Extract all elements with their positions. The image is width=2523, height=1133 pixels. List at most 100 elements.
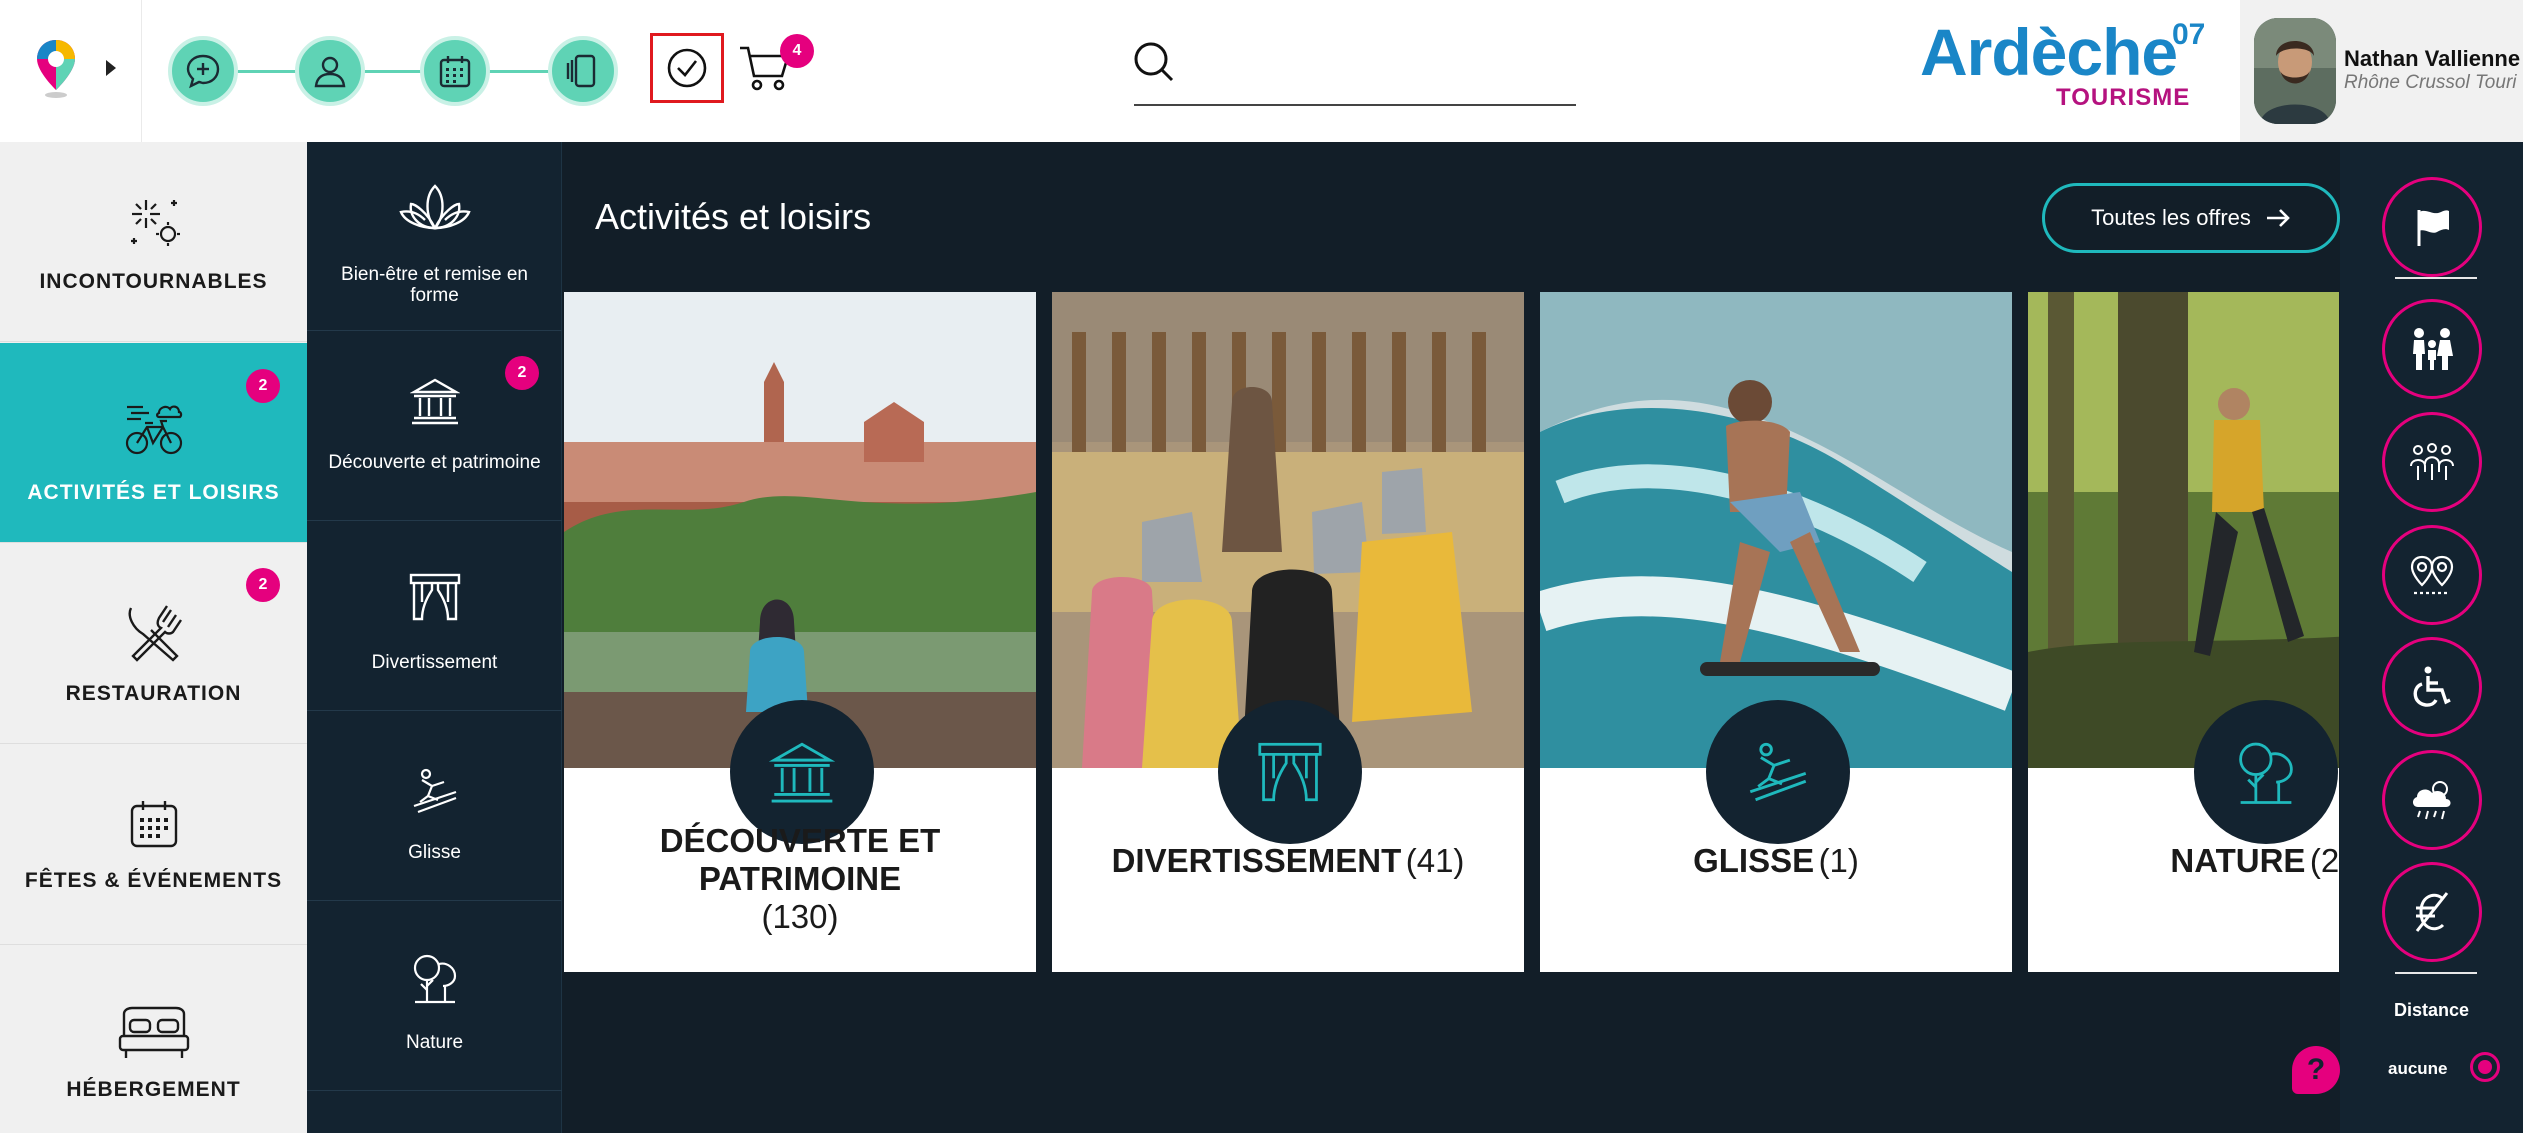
fork-knife-icon [0, 602, 307, 664]
card-title: NATURE [2170, 842, 2306, 879]
radio-selected-dot [2478, 1060, 2492, 1074]
card-count: (41) [1405, 842, 1465, 879]
distance-none-radio[interactable] [2470, 1052, 2500, 1082]
card-title: DIVERTISSEMENT [1111, 842, 1402, 879]
subcategory-column: Bien-être et remise en forme 2 Découvert… [307, 142, 562, 1133]
filter-family-button[interactable] [2382, 299, 2482, 399]
filter-accessibility-button[interactable] [2382, 637, 2482, 737]
sidebar-item-label: FÊTES & ÉVÉNEMENTS [24, 869, 283, 892]
brand-name: Ardèche [1920, 15, 2178, 89]
distance-label: Distance [2393, 1000, 2470, 1020]
all-offers-label: Toutes les offres [2091, 205, 2251, 230]
no-cost-icon [2415, 892, 2449, 932]
sidebar-item-label: ACTIVITÉS ET LOISIRS [27, 481, 280, 504]
sidebar-item-restauration[interactable]: 2 RESTAURATION [0, 544, 307, 744]
subcategory-decouverte-patrimoine[interactable]: 2 Découverte et patrimoine [307, 332, 562, 521]
all-offers-button[interactable]: Toutes les offres [2042, 183, 2340, 253]
location-pins-icon [2410, 555, 2454, 595]
subcategory-bien-etre[interactable]: Bien-être et remise en forme [307, 142, 562, 331]
validate-step-button[interactable] [650, 33, 724, 103]
wheelchair-icon [2413, 666, 2451, 707]
card-icon-circle [1218, 700, 1362, 844]
museum-icon [307, 376, 562, 426]
avatar[interactable] [2254, 18, 2336, 124]
cart-count-badge: 4 [780, 34, 814, 68]
subcategory-divertissement[interactable]: Divertissement [307, 522, 562, 711]
category-card-decouverte[interactable]: DÉCOUVERTE ET PATRIMOINE (130) [564, 292, 1036, 972]
subcategory-nature[interactable]: Nature [307, 902, 562, 1091]
subcategory-label: Découverte et patrimoine [328, 452, 541, 473]
sidebar-item-label: INCONTOURNABLES [39, 270, 268, 293]
subcategory-label: Glisse [408, 842, 461, 863]
steps-connector [200, 70, 590, 73]
ski-icon [1749, 742, 1807, 802]
sidebar-item-label: HÉBERGEMENT [66, 1078, 241, 1101]
divider [2395, 972, 2477, 974]
user-organization: Rhône Crussol Touri [2344, 72, 2517, 93]
user-profile[interactable]: Nathan Vallienne Rhône Crussol Touri [2240, 0, 2523, 142]
subcategory-label: Divertissement [371, 652, 498, 673]
sidebar-item-fetes-evenements[interactable]: FÊTES & ÉVÉNEMENTS [0, 745, 307, 945]
brand-logo[interactable]: Ardèche 07 TOURISME [1920, 14, 2220, 124]
card-count: (27 [2309, 842, 2339, 879]
page-title: Activités et loisirs [595, 196, 872, 237]
step-cards-button[interactable] [548, 36, 618, 106]
category-card-glisse[interactable]: GLISSE (1) [1540, 292, 2012, 972]
subcategory-label: Nature [405, 1032, 464, 1053]
card-count: (130) [761, 898, 839, 935]
app-logo-area[interactable] [0, 0, 142, 142]
calendar-icon [439, 56, 471, 88]
chat-plus-icon [186, 54, 220, 89]
chevron-right-icon[interactable] [106, 60, 116, 76]
filter-rail: Distance aucune [2340, 142, 2523, 1133]
category-card-nature[interactable]: NATURE (27 [2028, 292, 2339, 972]
step-user-button[interactable] [295, 36, 365, 106]
category-card-divertissement[interactable]: DIVERTISSEMENT (41) [1052, 292, 1524, 972]
top-bar: 4 Ardèche 07 TOURISME Nathan Vallienne R… [0, 0, 2523, 142]
cards-icon [566, 54, 596, 88]
filter-weather-button[interactable] [2382, 750, 2482, 850]
card-title: GLISSE [1693, 842, 1815, 879]
app-logo-pin-icon[interactable] [34, 38, 78, 100]
theater-icon [307, 572, 562, 622]
family-icon [2413, 328, 2453, 370]
bike-icon [0, 397, 307, 459]
count-badge: 2 [246, 568, 280, 602]
arrow-right-icon [2266, 209, 2290, 227]
tree-icon [2239, 742, 2293, 804]
card-photo [1052, 292, 1524, 768]
step-chat-button[interactable] [168, 36, 238, 106]
step-calendar-button[interactable] [420, 36, 490, 106]
card-icon-circle [1706, 700, 1850, 844]
group-icon [2410, 443, 2454, 480]
museum-icon [769, 742, 835, 803]
filter-location-button[interactable] [2382, 525, 2482, 625]
help-button[interactable]: ? [2292, 1046, 2340, 1094]
check-circle-icon [667, 48, 707, 88]
user-name: Nathan Vallienne [2344, 46, 2521, 71]
sidebar-item-label: RESTAURATION [65, 682, 242, 705]
lotus-icon [307, 182, 562, 236]
sidebar-item-activites-loisirs[interactable]: 2 ACTIVITÉS ET LOISIRS [0, 343, 307, 543]
search-input[interactable] [1134, 34, 1576, 106]
theater-icon [1258, 742, 1322, 802]
ski-icon [307, 766, 562, 816]
filter-price-button[interactable] [2382, 862, 2482, 962]
sidebar-item-hebergement[interactable]: HÉBERGEMENT [0, 946, 307, 1133]
sidebar-item-incontournables[interactable]: INCONTOURNABLES [0, 142, 307, 342]
category-cards: DÉCOUVERTE ET PATRIMOINE (130) DIVERTISS… [564, 292, 2339, 972]
brand-subtitle: TOURISME [2056, 84, 2191, 111]
fireworks-icon [0, 192, 307, 252]
weather-icon [2412, 781, 2451, 820]
filter-flag-button[interactable] [2382, 177, 2482, 277]
card-photo [2028, 292, 2339, 768]
bed-icon [0, 1006, 307, 1060]
card-photo [1540, 292, 2012, 768]
filter-group-button[interactable] [2382, 412, 2482, 512]
brand-suffix: 07 [2172, 18, 2206, 51]
user-icon [314, 56, 346, 88]
subcategory-glisse[interactable]: Glisse [307, 712, 562, 901]
card-icon-circle [2194, 700, 2338, 844]
calendar-icon [0, 797, 307, 851]
card-title: DÉCOUVERTE ET PATRIMOINE [659, 822, 941, 897]
